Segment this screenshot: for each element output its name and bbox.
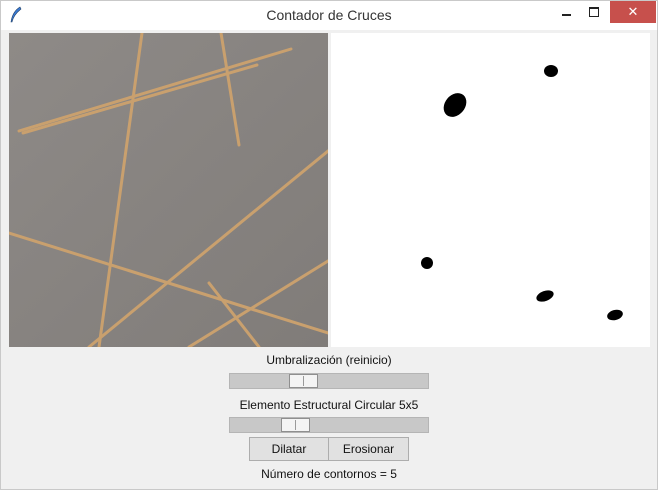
threshold-label: Umbralización (reinicio) [266,353,392,367]
kernel-slider-thumb[interactable] [281,418,310,432]
original-image [9,33,328,347]
contour-count: Número de contornos = 5 [261,467,397,481]
close-button[interactable]: ✕ [610,1,656,23]
processed-image-panel [331,33,650,347]
maximize-button[interactable] [579,1,609,23]
minimize-icon [561,14,571,16]
minimize-button[interactable] [551,1,581,23]
kernel-label: Elemento Estructural Circular 5x5 [239,398,419,412]
maximize-icon [589,7,599,17]
threshold-slider[interactable] [229,373,429,389]
threshold-slider-thumb[interactable] [289,374,318,388]
dilate-button[interactable]: Dilatar [249,437,329,461]
erode-button[interactable]: Erosionar [328,437,409,461]
app-window: Contador de Cruces ✕ Umbralización (rein… [0,0,658,490]
processed-image [331,33,650,347]
contour-blob [421,257,433,269]
kernel-slider[interactable] [229,417,429,433]
title-bar[interactable]: Contador de Cruces ✕ [1,1,657,30]
original-image-panel [9,33,328,347]
contour-blob [544,65,558,77]
close-icon: ✕ [627,4,639,19]
